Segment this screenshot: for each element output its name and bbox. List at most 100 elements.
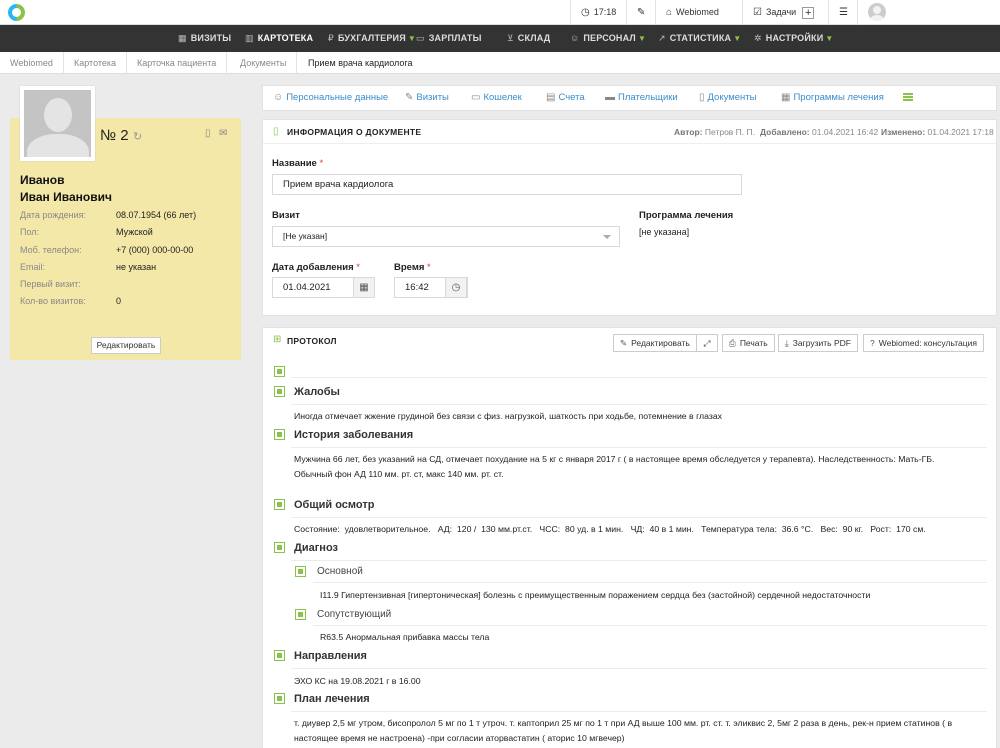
- visit-label: Визит: [272, 210, 300, 221]
- time-input[interactable]: 16:42 ◷: [394, 277, 468, 298]
- first-visit-label: Первый визит:: [20, 279, 81, 289]
- gear-icon: ✲: [754, 33, 762, 43]
- nav-statistics[interactable]: ↗ СТАТИСТИКА ▼: [658, 25, 741, 52]
- list-icon: ☰: [839, 7, 848, 18]
- concomitant-diagnosis-checkbox[interactable]: [295, 609, 306, 620]
- gender-label: Пол:: [20, 227, 40, 237]
- treatment-program-label: Программа лечения: [639, 210, 734, 221]
- tab-treatment-programs[interactable]: ▦ Программы лечения: [781, 86, 884, 110]
- clock-icon[interactable]: ◷: [445, 277, 467, 298]
- gender-value: Мужской: [116, 227, 153, 237]
- refresh-icon[interactable]: ↻: [133, 130, 142, 143]
- birth-date-value: 08.07.1954 (66 лет): [116, 210, 197, 220]
- main-diagnosis-checkbox[interactable]: [295, 566, 306, 577]
- document-info-panel: ▯ ИНФОРМАЦИЯ О ДОКУМЕНТЕ Автор: Петров П…: [262, 119, 997, 316]
- breadcrumb-patient-card[interactable]: Карточка пациента: [127, 52, 228, 74]
- document-name-input[interactable]: Прием врача кардиолога: [272, 174, 742, 195]
- exam-checkbox[interactable]: [274, 499, 285, 510]
- time-label: Время *: [394, 262, 431, 273]
- plan-checkbox[interactable]: [274, 693, 285, 704]
- diagnosis-title: Диагноз: [294, 542, 338, 554]
- calendar-icon[interactable]: ▦: [353, 277, 375, 298]
- edit-icon: ✎: [620, 338, 628, 348]
- main-navigation: ▦ ВИЗИТЫ ▥ КАРТОТЕКА ₽ БУХГАЛТЕРИЯ ▼ ▭ ЗАРПЛА…: [0, 25, 1000, 52]
- breadcrumb-current: Прием врача кардиолога: [308, 58, 413, 68]
- chevron-down-icon: ▼: [733, 34, 742, 43]
- webiomed-consult-button[interactable]: ? Webiomed: консультация: [863, 334, 984, 352]
- add-task-button[interactable]: +: [802, 6, 815, 19]
- nav-staff[interactable]: ☺ ПЕРСОНАЛ ▼: [570, 25, 646, 52]
- calendar-icon: ▦: [178, 33, 187, 43]
- tasks-button[interactable]: ☑ Задачи +: [742, 0, 815, 25]
- phone-value: +7 (000) 000-00-00: [116, 245, 194, 255]
- complaints-checkbox[interactable]: [274, 386, 285, 397]
- checkbox-icon: ☑: [753, 7, 762, 18]
- breadcrumb-webiomed[interactable]: Webiomed: [0, 52, 64, 74]
- print-button[interactable]: ⎙ Печать: [722, 334, 775, 352]
- tab-documents[interactable]: ▯ Документы: [699, 86, 757, 110]
- visit-select[interactable]: [Не указан]: [272, 226, 620, 247]
- document-added: Добавлено: 01.04.2021 16:42: [760, 127, 879, 137]
- date-added-label: Дата добавления *: [272, 262, 360, 273]
- cart-icon: ⊻: [507, 33, 514, 43]
- download-pdf-button[interactable]: ⤓ Загрузить PDF: [778, 334, 858, 352]
- referrals-checkbox[interactable]: [274, 650, 285, 661]
- email-value: не указан: [116, 262, 157, 272]
- chevron-down-icon: ▼: [637, 34, 647, 43]
- building-icon: ⌂: [666, 7, 673, 18]
- breadcrumb-card-index[interactable]: Картотека: [64, 52, 128, 74]
- protocol-edit-button[interactable]: ✎ Редактировать: [613, 334, 697, 352]
- nav-warehouse[interactable]: ⊻ СКЛАД: [507, 25, 550, 52]
- user-icon: ☺: [570, 33, 580, 43]
- visit-count-label: Кол-во визитов:: [20, 296, 86, 306]
- print-icon: ⎙: [729, 338, 736, 348]
- webiomed-logo-icon[interactable]: [8, 4, 25, 21]
- document-info-header: ▯ ИНФОРМАЦИЯ О ДОКУМЕНТЕ Автор: Петров П…: [263, 120, 996, 144]
- breadcrumb-documents[interactable]: Документы: [230, 52, 298, 74]
- user-avatar[interactable]: [868, 3, 886, 21]
- treatment-program-value[interactable]: [не указана]: [639, 227, 689, 237]
- concomitant-diagnosis-text: R63.5 Анормальная прибавка массы тела: [320, 632, 490, 642]
- top-bar: ◷ 17:18 ✎ ⌂ Webiomed ☑ Задачи + ☰: [0, 0, 1000, 25]
- tab-invoices[interactable]: ▤ Счета: [546, 86, 585, 110]
- nav-card-index[interactable]: ▥ КАРТОТЕКА: [245, 25, 313, 52]
- list-menu-button[interactable]: ☰: [828, 0, 858, 25]
- tab-wallet[interactable]: ▭ Кошелек: [471, 86, 522, 110]
- edit-note-icon: ✎: [637, 7, 646, 18]
- tab-payers[interactable]: ▬ Плательщики: [605, 86, 678, 110]
- chevron-down-icon: ▼: [825, 34, 834, 43]
- birth-date-label: Дата рождения:: [20, 210, 86, 220]
- nav-settings[interactable]: ✲ НАСТРОЙКИ ▼: [754, 25, 834, 52]
- nav-visits[interactable]: ▦ ВИЗИТЫ: [178, 25, 231, 52]
- clock-icon: ◷: [581, 7, 590, 18]
- exam-text: Состояние: удовлетворительное. АД: 120 /…: [294, 524, 926, 534]
- email-label: Email:: [20, 262, 46, 272]
- nav-accounting[interactable]: ₽ БУХГАЛТЕРИЯ ▼: [328, 25, 416, 52]
- invoice-icon: ▤: [546, 92, 556, 103]
- mail-icon[interactable]: ✉: [219, 128, 227, 139]
- organization-switcher[interactable]: ⌂ Webiomed: [655, 0, 719, 25]
- tab-personal-data[interactable]: ☺ Персональные данные: [273, 86, 388, 110]
- tabs-menu-icon[interactable]: [903, 93, 913, 101]
- referrals-title: Направления: [294, 650, 367, 662]
- history-checkbox[interactable]: [274, 429, 285, 440]
- document-info-title: ИНФОРМАЦИЯ О ДОКУМЕНТЕ: [287, 127, 422, 137]
- edit-patient-button[interactable]: Редактировать: [91, 337, 161, 354]
- date-added-input[interactable]: 01.04.2021 ▦: [272, 277, 375, 298]
- user-icon: ☺: [273, 92, 284, 103]
- clock-display: ◷ 17:18: [570, 0, 616, 25]
- protocol-title: ПРОТОКОЛ: [287, 336, 337, 346]
- diagnosis-checkbox[interactable]: [274, 542, 285, 553]
- nav-salaries[interactable]: ▭ ЗАРПЛАТЫ: [416, 25, 482, 52]
- protocol-root-checkbox[interactable]: [274, 366, 285, 377]
- expand-button[interactable]: ⤢: [696, 334, 718, 352]
- concomitant-diagnosis-title: Сопутствующий: [317, 609, 392, 620]
- visit-count-value: 0: [116, 296, 122, 306]
- history-title: История заболевания: [294, 429, 414, 441]
- phone-icon[interactable]: ▯: [205, 128, 211, 139]
- plan-text: т. диувер 2,5 мг утром, бисопролол 5 мг …: [294, 718, 953, 743]
- document-changed: Изменено: 01.04.2021 17:18: [881, 127, 994, 137]
- main-diagnosis-title: Основной: [317, 566, 363, 577]
- tab-visits[interactable]: ✎ Визиты: [405, 86, 449, 110]
- notes-button[interactable]: ✎: [626, 0, 656, 25]
